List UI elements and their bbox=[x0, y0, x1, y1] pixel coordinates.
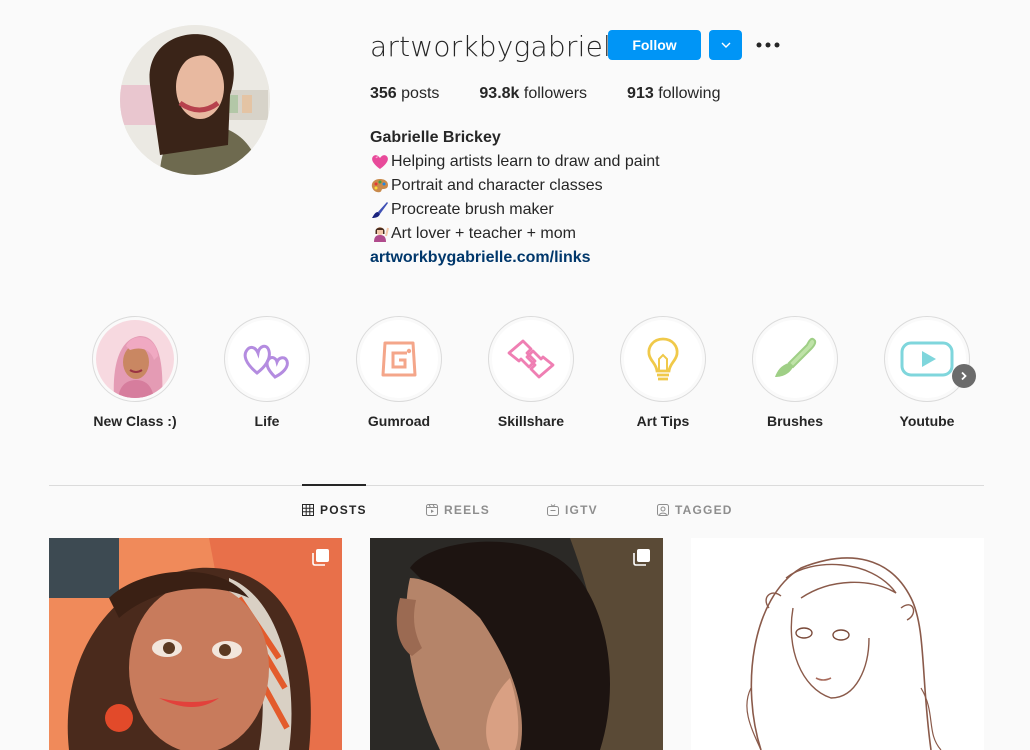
post-thumbnail[interactable] bbox=[370, 538, 663, 750]
youtube-play-icon bbox=[900, 341, 954, 377]
highlight-life[interactable]: Life bbox=[222, 316, 312, 429]
post-thumbnail[interactable] bbox=[49, 538, 342, 750]
posts-stat: 356 posts bbox=[370, 85, 439, 103]
more-options-button[interactable] bbox=[754, 32, 782, 58]
avatar-image bbox=[120, 25, 270, 175]
tab-igtv[interactable]: IGTV bbox=[547, 503, 598, 517]
reels-icon bbox=[426, 504, 438, 516]
highlights-next-button[interactable] bbox=[952, 364, 976, 388]
grid-icon bbox=[302, 504, 314, 516]
posts-label: posts bbox=[401, 85, 440, 102]
highlight-skillshare[interactable]: Skillshare bbox=[486, 316, 576, 429]
following-label: following bbox=[658, 85, 721, 102]
post-thumbnail[interactable] bbox=[691, 538, 984, 750]
posts-count: 356 bbox=[370, 85, 397, 102]
carousel-icon bbox=[312, 549, 329, 566]
profile-stats: 356 posts 93.8k followers 913 following bbox=[370, 85, 760, 103]
highlight-label: Gumroad bbox=[367, 413, 431, 429]
carousel-icon bbox=[633, 549, 650, 566]
tabs-divider bbox=[49, 485, 984, 486]
lightbulb-icon bbox=[647, 337, 679, 381]
highlight-new-class[interactable]: New Class :) bbox=[90, 316, 180, 429]
tagged-icon bbox=[657, 504, 669, 516]
igtv-icon bbox=[547, 504, 559, 516]
followers-stat[interactable]: 93.8k followers bbox=[479, 85, 587, 103]
woman-portrait-icon bbox=[96, 320, 174, 398]
post-image bbox=[370, 538, 663, 750]
pink-heart-icon bbox=[372, 155, 388, 169]
hands-icon bbox=[507, 339, 555, 379]
story-highlights: New Class :) Life Gumroad Skillshare Art… bbox=[90, 316, 990, 436]
profile-bio: Gabrielle Brickey Helping artists learn … bbox=[370, 126, 660, 270]
palette-icon bbox=[371, 179, 388, 193]
highlight-art-tips[interactable]: Art Tips bbox=[618, 316, 708, 429]
post-image bbox=[691, 538, 984, 750]
bio-line: Portrait and character classes bbox=[370, 174, 660, 198]
followers-label: followers bbox=[523, 85, 588, 102]
tab-posts[interactable]: POSTS bbox=[302, 503, 367, 517]
profile-avatar[interactable] bbox=[120, 25, 270, 175]
highlight-label: Brushes bbox=[766, 413, 824, 429]
suggestions-dropdown-button[interactable] bbox=[709, 30, 742, 60]
bio-line: Procreate brush maker bbox=[370, 198, 660, 222]
profile-full-name: Gabrielle Brickey bbox=[370, 129, 501, 146]
tab-reels[interactable]: REELS bbox=[426, 503, 490, 517]
chevron-down-icon bbox=[721, 42, 730, 48]
gumroad-g-icon bbox=[381, 341, 417, 377]
active-tab-indicator bbox=[302, 484, 366, 486]
highlight-label: Youtube bbox=[899, 413, 955, 429]
bio-line: Art lover + teacher + mom bbox=[370, 222, 660, 246]
woman-raising-hand-icon bbox=[374, 227, 389, 242]
followers-count: 93.8k bbox=[479, 85, 520, 102]
highlight-label: Skillshare bbox=[497, 413, 565, 429]
brush-icon bbox=[775, 337, 817, 377]
ellipsis-icon bbox=[756, 42, 780, 48]
paintbrush-icon bbox=[372, 202, 388, 218]
tab-tagged[interactable]: TAGGED bbox=[657, 503, 733, 517]
following-stat[interactable]: 913 following bbox=[627, 85, 720, 103]
highlight-label: Life bbox=[254, 413, 280, 429]
highlight-gumroad[interactable]: Gumroad bbox=[354, 316, 444, 429]
chevron-right-icon bbox=[961, 371, 967, 381]
follow-button[interactable]: Follow bbox=[608, 30, 701, 60]
highlight-label: Art Tips bbox=[636, 413, 690, 429]
bio-line: Helping artists learn to draw and paint bbox=[370, 150, 660, 174]
post-image bbox=[49, 538, 342, 750]
hearts-icon bbox=[243, 344, 289, 379]
following-count: 913 bbox=[627, 85, 654, 102]
bio-link[interactable]: artworkbygabrielle.com/links bbox=[370, 249, 591, 266]
profile-username: artworkbygabrielle bbox=[370, 30, 637, 63]
highlight-label: New Class :) bbox=[93, 413, 177, 429]
highlight-brushes[interactable]: Brushes bbox=[750, 316, 840, 429]
